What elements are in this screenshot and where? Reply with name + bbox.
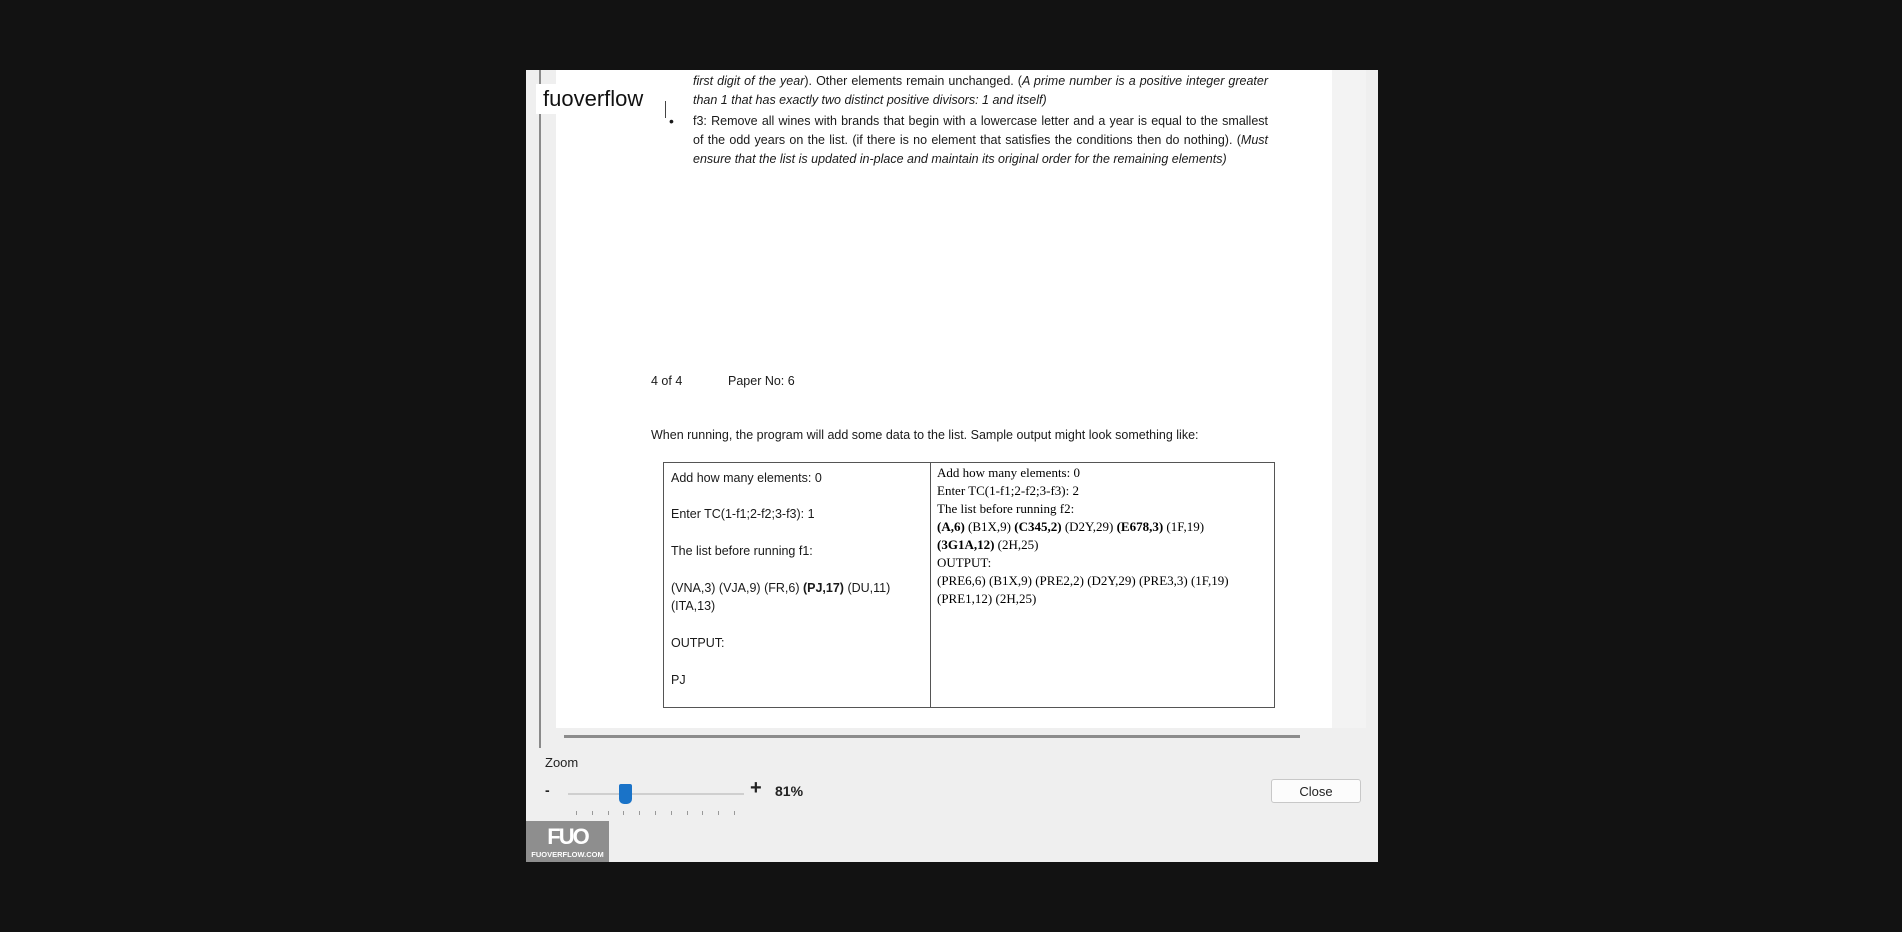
table-cell-f2: Add how many elements: 0 Enter TC(1-f1;2… bbox=[931, 463, 1274, 707]
text-run: (D2Y,29) bbox=[1061, 519, 1117, 534]
slider-tick bbox=[718, 811, 720, 815]
text-run: (PJ,17) bbox=[802, 581, 844, 595]
cell-line: (ITA,13) bbox=[671, 599, 716, 613]
cell-line: Enter TC(1-f1;2-f2;3-f3): 2 bbox=[937, 483, 1079, 498]
logo-domain: FUOVERFLOW.COM bbox=[531, 850, 604, 859]
slider-tick bbox=[670, 811, 672, 815]
left-border-line bbox=[539, 70, 541, 748]
document-page: first digit of the year). Other elements… bbox=[556, 70, 1332, 728]
cell-line: (PRE1,12) (2H,25) bbox=[937, 591, 1037, 606]
document-viewport[interactable]: first digit of the year). Other elements… bbox=[556, 70, 1366, 728]
text-run: (DU,11) bbox=[843, 581, 891, 595]
slider-tick bbox=[639, 811, 641, 815]
zoom-out-button[interactable]: - bbox=[545, 782, 550, 798]
cell-line: (3G1A,12) (2H,25) bbox=[937, 536, 1038, 554]
slider-tick bbox=[655, 811, 656, 815]
cell-line: OUTPUT: bbox=[937, 555, 992, 570]
slider-tick bbox=[734, 811, 735, 815]
cell-line: The list before running f2: bbox=[937, 501, 1075, 516]
paragraph-f2-continuation: first digit of the year). Other elements… bbox=[693, 72, 1268, 110]
close-button[interactable]: Close bbox=[1271, 779, 1361, 803]
cell-line: (PRE6,6) (B1X,9) (PRE2,2) (D2Y,29) (PRE3… bbox=[937, 573, 1229, 588]
text-run: (1F,19) bbox=[1163, 519, 1205, 534]
text-run: (E678,3) bbox=[1116, 519, 1164, 534]
page-indicator: 4 of 4 bbox=[651, 374, 683, 388]
cell-line: OUTPUT: bbox=[671, 636, 725, 650]
horizontal-scrollbar-thumb[interactable] bbox=[564, 735, 1300, 738]
text-run: f3: Remove all wines with brands that be… bbox=[693, 114, 1268, 147]
slider-tick bbox=[686, 811, 688, 815]
text-run: ). Other elements remain unchanged. ( bbox=[804, 74, 1022, 88]
text-run: (B1X,9) bbox=[964, 519, 1015, 534]
text-run: (VNA,3) (VJA,9) (FR,6) bbox=[671, 581, 803, 595]
table-cell-f1: Add how many elements: 0 Enter TC(1-f1;2… bbox=[664, 463, 931, 707]
cell-line: PJ bbox=[671, 673, 686, 687]
text-run: (2H,25) bbox=[994, 537, 1039, 552]
text-run: first digit of the year bbox=[693, 74, 805, 88]
zoom-slider-thumb[interactable] bbox=[619, 784, 632, 804]
zoom-slider-track[interactable] bbox=[568, 793, 744, 795]
slider-tick bbox=[576, 811, 577, 815]
bullet-text-f3: f3: Remove all wines with brands that be… bbox=[693, 112, 1268, 169]
cell-line: Add how many elements: 0 bbox=[671, 471, 822, 485]
cell-line: Enter TC(1-f1;2-f2;3-f3): 1 bbox=[671, 507, 815, 521]
document-viewer-dialog: first digit of the year). Other elements… bbox=[526, 70, 1378, 862]
cell-line: The list before running f1: bbox=[671, 544, 813, 558]
zoom-value: 81% bbox=[775, 783, 804, 799]
zoom-label: Zoom bbox=[545, 755, 579, 770]
intro-text: When running, the program will add some … bbox=[651, 428, 1199, 442]
slider-tick bbox=[702, 811, 704, 815]
text-run: (C345,2) bbox=[1014, 519, 1062, 534]
watermark-text: fuoverflow bbox=[543, 86, 644, 111]
text-cursor-icon bbox=[665, 101, 666, 118]
logo-mark: FUO bbox=[547, 824, 589, 849]
text-run: (3G1A,12) bbox=[937, 537, 995, 552]
cell-line: (A,6) (B1X,9) (C345,2) (D2Y,29) (E678,3)… bbox=[937, 518, 1204, 536]
bullet-icon: • bbox=[669, 113, 674, 129]
slider-tick bbox=[591, 811, 593, 815]
slider-tick bbox=[607, 811, 609, 815]
sample-output-table: Add how many elements: 0 Enter TC(1-f1;2… bbox=[663, 462, 1275, 708]
paper-number: Paper No: 6 bbox=[728, 374, 795, 388]
cell-line: Add how many elements: 0 bbox=[937, 465, 1080, 480]
zoom-in-button[interactable]: + bbox=[750, 777, 762, 800]
slider-tick bbox=[623, 811, 625, 815]
cell-line: (VNA,3) (VJA,9) (FR,6) (PJ,17) (DU,11) bbox=[671, 579, 890, 598]
text-run: (A,6) bbox=[937, 519, 965, 534]
fuo-logo: FUO FUOVERFLOW.COM bbox=[526, 821, 609, 862]
